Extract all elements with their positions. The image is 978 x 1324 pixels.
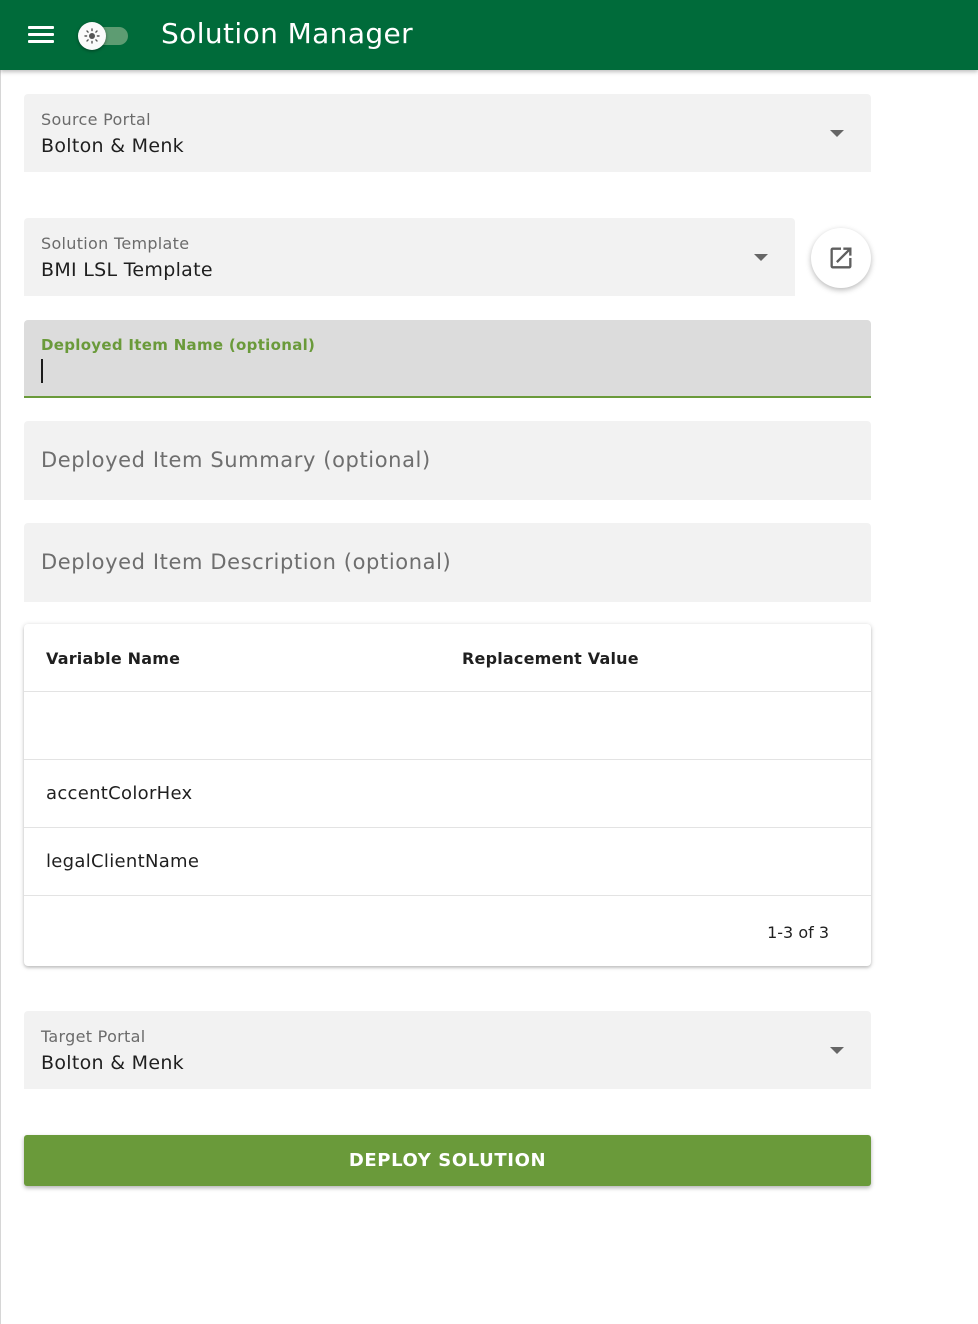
chevron-down-icon: [830, 130, 844, 137]
source-portal-value: Bolton & Menk: [41, 135, 184, 157]
target-portal-label: Target Portal: [41, 1027, 146, 1046]
solution-template-value: BMI LSL Template: [41, 259, 213, 281]
table-row[interactable]: accentColorHex: [24, 760, 871, 828]
theme-toggle[interactable]: [78, 21, 130, 51]
text-cursor: [41, 359, 43, 383]
deployed-item-description-input[interactable]: Deployed Item Description (optional): [24, 523, 871, 602]
open-template-button[interactable]: [811, 228, 871, 288]
table-pagination: 1-3 of 3: [24, 896, 871, 966]
variables-table: Variable Name Replacement Value accentCo…: [24, 624, 871, 966]
deployed-item-name-label: Deployed Item Name (optional): [41, 336, 316, 354]
table-row[interactable]: [24, 692, 871, 760]
hamburger-menu-icon[interactable]: [26, 22, 56, 48]
column-header-variable-name[interactable]: Variable Name: [46, 649, 180, 668]
variable-name-cell: accentColorHex: [46, 783, 193, 804]
deploy-solution-button[interactable]: DEPLOY SOLUTION: [24, 1135, 871, 1186]
table-header: Variable Name Replacement Value: [24, 624, 871, 692]
deployed-item-name-input[interactable]: Deployed Item Name (optional): [24, 320, 871, 398]
chevron-down-icon: [830, 1047, 844, 1054]
target-portal-value: Bolton & Menk: [41, 1052, 184, 1074]
variable-name-cell: legalClientName: [46, 851, 200, 872]
table-row[interactable]: legalClientName: [24, 828, 871, 896]
chevron-down-icon: [754, 254, 768, 261]
solution-template-label: Solution Template: [41, 234, 190, 253]
target-portal-select[interactable]: Target Portal Bolton & Menk: [24, 1011, 871, 1089]
source-portal-select[interactable]: Source Portal Bolton & Menk: [24, 94, 871, 172]
open-in-new-icon: [830, 247, 852, 269]
app-bar: Solution Manager: [0, 0, 978, 70]
pagination-range: 1-3 of 3: [767, 923, 829, 942]
app-title: Solution Manager: [161, 17, 414, 50]
deployed-item-summary-placeholder: Deployed Item Summary (optional): [41, 448, 431, 472]
sun-icon: [78, 22, 106, 50]
column-header-replacement-value[interactable]: Replacement Value: [462, 649, 639, 668]
deployed-item-description-placeholder: Deployed Item Description (optional): [41, 550, 452, 574]
page-left-border: [0, 70, 1, 1324]
deployed-item-summary-input[interactable]: Deployed Item Summary (optional): [24, 421, 871, 500]
source-portal-label: Source Portal: [41, 110, 151, 129]
solution-template-select[interactable]: Solution Template BMI LSL Template: [24, 218, 795, 296]
